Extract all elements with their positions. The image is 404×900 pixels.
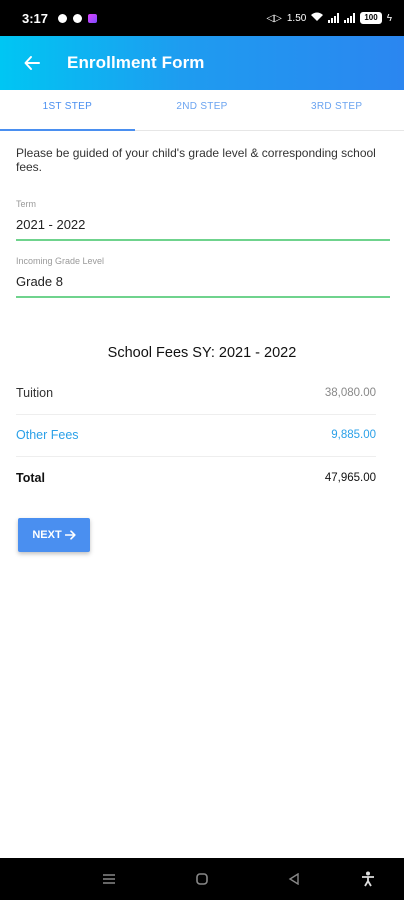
system-nav-bar bbox=[0, 858, 404, 900]
next-button-label: NEXT bbox=[32, 529, 62, 541]
step-tabs: 1ST STEP 2ND STEP 3RD STEP bbox=[0, 90, 404, 131]
net-speed: 1.50 bbox=[286, 12, 307, 24]
total-amount: 47,965.00 bbox=[324, 472, 376, 484]
app-notification-icon bbox=[88, 13, 98, 23]
status-right: ◁▷ 1.50 100 ϟ bbox=[266, 12, 392, 25]
vibrate-icon: ◁▷ bbox=[266, 12, 282, 24]
home-icon[interactable] bbox=[193, 870, 211, 888]
status-left: 3:17 bbox=[22, 10, 98, 26]
fee-amount: 38,080.00 bbox=[324, 387, 376, 399]
back-nav-icon[interactable] bbox=[285, 870, 303, 888]
total-label: Total bbox=[16, 471, 45, 485]
fee-row-other-fees[interactable]: Other Fees 9,885.00 bbox=[16, 414, 376, 457]
arrow-right-icon bbox=[64, 530, 76, 540]
tab-1st-step[interactable]: 1ST STEP bbox=[0, 90, 135, 131]
term-field[interactable]: Term 2021 - 2022 bbox=[16, 199, 390, 241]
status-bar: 3:17 ◁▷ 1.50 100 ϟ bbox=[0, 0, 404, 36]
wifi-icon bbox=[311, 12, 324, 25]
arrow-left-icon bbox=[24, 56, 40, 70]
fee-row-tuition: Tuition 38,080.00 bbox=[16, 372, 376, 415]
tab-2nd-step[interactable]: 2ND STEP bbox=[135, 90, 270, 130]
grade-level-value[interactable]: Grade 8 bbox=[16, 274, 390, 298]
fee-label: Tuition bbox=[16, 386, 54, 400]
other-fees-link[interactable]: Other Fees bbox=[16, 428, 79, 442]
page-title: Enrollment Form bbox=[67, 53, 205, 72]
telegram-icon bbox=[73, 13, 83, 23]
accessibility-icon[interactable] bbox=[359, 870, 377, 888]
term-label: Term bbox=[16, 199, 36, 209]
battery-icon: 100 bbox=[360, 12, 382, 24]
term-value[interactable]: 2021 - 2022 bbox=[16, 217, 390, 241]
status-time: 3:17 bbox=[22, 10, 49, 26]
messenger-icon bbox=[58, 13, 68, 23]
fee-row-total: Total 47,965.00 bbox=[16, 457, 376, 499]
next-button[interactable]: NEXT bbox=[18, 518, 90, 552]
tab-3rd-step[interactable]: 3RD STEP bbox=[269, 90, 404, 130]
grade-level-field[interactable]: Incoming Grade Level Grade 8 bbox=[16, 256, 390, 298]
back-button[interactable] bbox=[17, 48, 47, 78]
fees-title: School Fees SY: 2021 - 2022 bbox=[107, 345, 297, 361]
signal-icon bbox=[328, 13, 340, 23]
grade-level-label: Incoming Grade Level bbox=[16, 256, 105, 266]
intro-text: Please be guided of your child's grade l… bbox=[16, 146, 376, 174]
menu-icon[interactable] bbox=[100, 870, 118, 888]
other-fees-amount-link[interactable]: 9,885.00 bbox=[331, 429, 376, 441]
signal-icon-2 bbox=[344, 13, 356, 23]
charging-icon: ϟ bbox=[386, 12, 392, 24]
app-bar: Enrollment Form bbox=[0, 36, 404, 90]
